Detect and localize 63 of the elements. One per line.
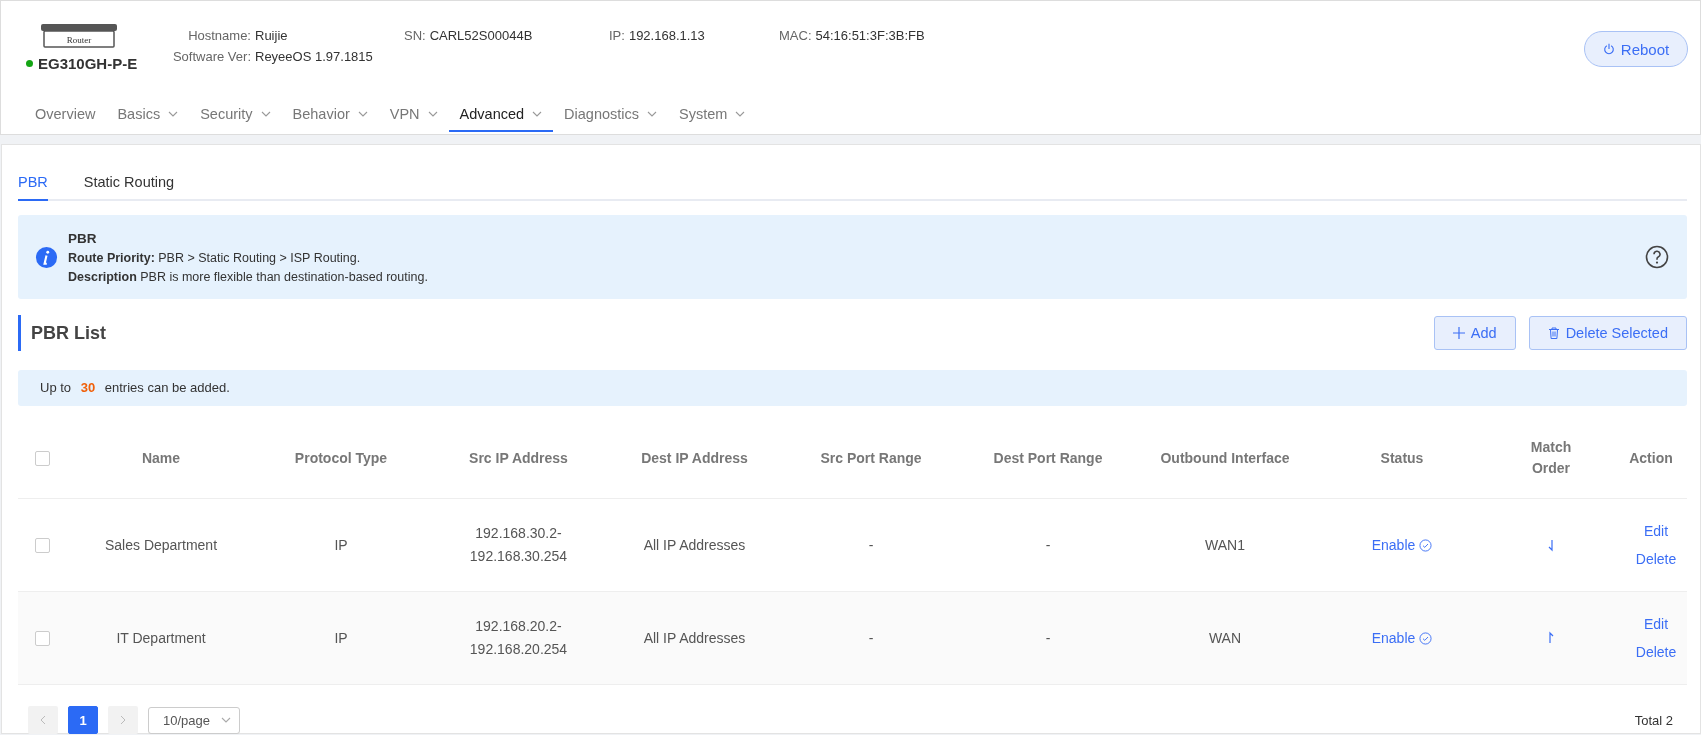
- nav-tab[interactable]: Diagnostics: [553, 106, 669, 132]
- edit-link[interactable]: Edit: [1643, 616, 1669, 632]
- total-count: Total 2: [1634, 712, 1673, 728]
- table-cell-text: -: [867, 535, 875, 555]
- nav-tab[interactable]: Security: [189, 106, 282, 132]
- info-value: 54:16:51:3F:3B:FB: [815, 28, 925, 43]
- nav-tab[interactable]: Behavior: [281, 106, 379, 132]
- column-header: Action: [1628, 448, 1674, 468]
- table-cell-text: -: [1044, 628, 1052, 648]
- device-model: EG310GH-P-E: [26, 55, 138, 72]
- column-header: Protocol Type: [293, 448, 389, 468]
- column-header: Status: [1379, 448, 1425, 468]
- column-header: Outbound Interface: [1159, 448, 1291, 468]
- column-header: Match Order: [1529, 438, 1573, 478]
- table-cell-text: WAN: [1207, 628, 1243, 648]
- status-link[interactable]: Enable: [1313, 533, 1491, 557]
- info-label: Software Ver:: [171, 49, 251, 64]
- table-cell-text: WAN1: [1204, 535, 1246, 555]
- table-cell-text: IP: [333, 535, 349, 555]
- table-cell-text: All IP Addresses: [642, 628, 747, 648]
- add-button[interactable]: Add: [1433, 316, 1516, 350]
- info-value: 192.168.1.13: [628, 28, 705, 43]
- nav-tab[interactable]: Overview: [24, 106, 107, 132]
- table-cell-text: IT Department: [115, 628, 207, 648]
- table-cell-text: 192.168.20.2- 192.168.20.254: [468, 617, 569, 659]
- table-cell-text: 192.168.30.2- 192.168.30.254: [468, 524, 569, 566]
- column-header: Src Port Range: [819, 448, 923, 468]
- nav-tab[interactable]: VPN: [378, 106, 449, 132]
- page-size-select[interactable]: 10/page: [148, 706, 240, 734]
- nav-tab[interactable]: Advanced: [448, 106, 554, 132]
- tab[interactable]: Static Routing: [83, 174, 175, 201]
- info-title: PBR: [68, 230, 98, 246]
- column-header: Dest IP Address: [640, 448, 749, 468]
- tab[interactable]: PBR: [18, 174, 48, 201]
- table-cell-text: All IP Addresses: [642, 535, 747, 555]
- column-header: Dest Port Range: [992, 448, 1104, 468]
- info-value: Ruijie: [255, 28, 288, 43]
- delete-link[interactable]: Delete: [1635, 644, 1677, 660]
- info-label: MAC:: [779, 28, 812, 43]
- status-link[interactable]: Enable: [1313, 626, 1491, 650]
- section-title: PBR List: [18, 315, 106, 351]
- info-value: ReyeeOS 1.97.1815: [255, 49, 373, 64]
- table-cell-text: Sales Department: [103, 535, 219, 555]
- info-text: Route Priority: PBR > Static Routing > ISP Routing.: [68, 250, 362, 265]
- delete-selected-button[interactable]: Delete Selected: [1528, 316, 1687, 350]
- info-value: CARL52S00044B: [429, 28, 533, 43]
- table-cell-text: -: [1044, 535, 1052, 555]
- column-header: Name: [140, 448, 182, 468]
- edit-link[interactable]: Edit: [1643, 523, 1669, 539]
- nav-tab[interactable]: System: [668, 106, 757, 132]
- router-drawing: Router: [40, 23, 118, 49]
- info-label: IP:: [609, 28, 625, 43]
- info-text: Description PBR is more flexible than destination-based routing.: [68, 269, 428, 284]
- entry-limit-note: Up to 30 entries can be added.: [18, 370, 1687, 406]
- nav-tab[interactable]: Basics: [106, 106, 190, 132]
- table-cell-text: -: [867, 628, 875, 648]
- column-header: Src IP Address: [468, 448, 569, 468]
- page-button[interactable]: 1: [68, 706, 98, 734]
- delete-link[interactable]: Delete: [1635, 551, 1677, 567]
- reboot-button[interactable]: Reboot: [1584, 31, 1688, 67]
- info-label: SN:: [404, 28, 426, 43]
- info-label: Hostname:: [187, 28, 251, 43]
- table-cell-text: IP: [333, 628, 349, 648]
